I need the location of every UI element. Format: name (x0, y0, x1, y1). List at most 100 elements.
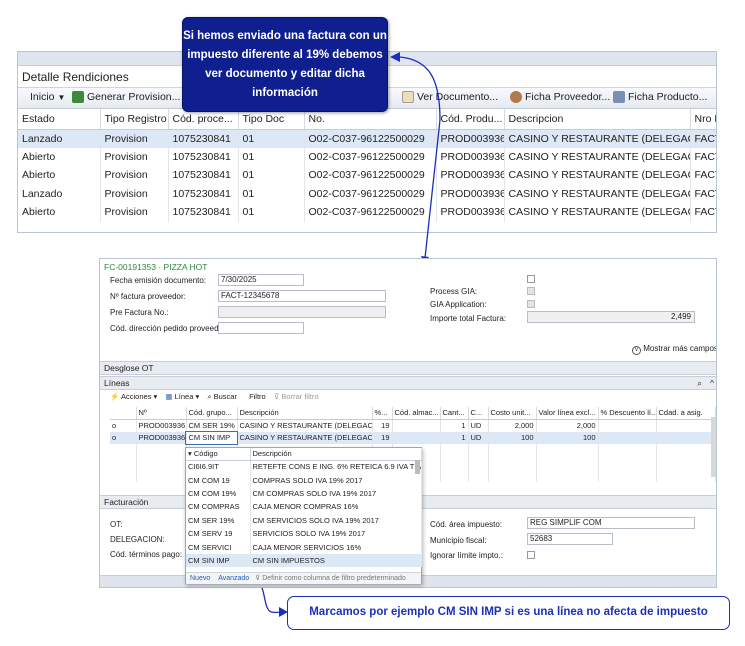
dd-col-codigo[interactable]: ▾ Código (186, 448, 251, 461)
definir-filtro-button[interactable]: ⊽ Definir como columna de filtro predete… (255, 575, 406, 582)
clear-filter-icon: ⊽ (273, 392, 280, 401)
col-header[interactable]: Valor línea excl... (536, 407, 599, 420)
dropdown-scrollbar[interactable] (415, 460, 420, 474)
col-header[interactable]: %... (372, 407, 393, 420)
table-cell: 100 (536, 431, 599, 444)
table-cell (392, 419, 441, 432)
table-cell (440, 469, 469, 482)
table-row[interactable]: o PROD003936 CM SER 19% CASINO Y RESTAURANT… (110, 419, 716, 432)
desglose-section[interactable]: Desglose OT (100, 361, 716, 375)
table-cell[interactable]: CM SIN IMP (185, 430, 238, 445)
dd-col-descripcion[interactable]: Descripción (250, 448, 422, 461)
col-header[interactable]: % Descuento lí... (598, 407, 657, 420)
fecha-field[interactable]: 7/30/2025 (218, 274, 304, 286)
buscar-label: Buscar (213, 392, 237, 401)
table-cell (656, 456, 716, 469)
collapse-icon[interactable]: ^ (710, 377, 714, 389)
table-cell (656, 431, 716, 444)
nfactura-label: Nº factura proveedor: (110, 292, 186, 301)
option-cell: CI6I6.9IT (186, 460, 251, 474)
dropdown-option[interactable]: CI6I6.9IT RETEFTE CONS E ING. 6% RETEICA … (186, 460, 422, 474)
col-header-blank (110, 407, 137, 420)
table-cell (536, 469, 599, 482)
table-cell (110, 444, 137, 457)
table-cell (488, 444, 537, 457)
table-cell (598, 444, 657, 457)
top-checkbox[interactable] (527, 275, 535, 283)
col-header[interactable]: Cant... (440, 407, 469, 420)
importe-label: Importe total Factura: (430, 314, 507, 323)
col-header[interactable]: Descripción (237, 407, 373, 420)
gia-app-checkbox[interactable] (527, 300, 535, 308)
arrow-top (399, 56, 441, 259)
table-cell[interactable]: CM SER 19% (186, 419, 238, 432)
dropdown-footer: Nuevo Avanzado ⊽ Definir como columna de… (186, 572, 421, 584)
table-cell: PROD003936 (136, 431, 187, 444)
codarea-label: Cód. área impuesto: (430, 520, 503, 529)
ignorar-checkbox[interactable] (527, 551, 535, 559)
municipio-select[interactable]: 52683 (527, 533, 613, 545)
table-cell (468, 469, 489, 482)
arrow-top-head (390, 52, 400, 62)
table-cell: 2,000 (536, 419, 599, 432)
search-icon[interactable]: ⌕ (697, 377, 702, 389)
table-cell (598, 456, 657, 469)
desglose-label: Desglose OT (104, 363, 154, 373)
nuevo-link[interactable]: Nuevo (190, 575, 210, 582)
lightning-icon: ⚡ (110, 392, 120, 401)
table-cell (440, 444, 469, 457)
nfactura-field[interactable]: FACT-12345678 (218, 290, 386, 302)
table-cell: CASINO Y RESTAURANTE (DELEGACION) (237, 431, 373, 444)
option-cell: CM SERV 19 (186, 526, 251, 541)
option-cell: CM COM 19 (186, 473, 251, 487)
filtro-button[interactable]: Filtro (249, 392, 266, 401)
table-cell: o (110, 419, 137, 432)
table-cell (110, 456, 137, 469)
table-row[interactable]: o PROD003936 CM SIN IMP CASINO Y RESTAURANT… (110, 430, 716, 445)
dropdown-option[interactable]: CM COM 19% CM COMPRAS SOLO IVA 19% 2017 (186, 486, 422, 501)
dd-col-codigo-label: Código (193, 449, 218, 459)
coddir-select[interactable] (218, 322, 304, 334)
option-cell: CM SIN IMP (186, 553, 251, 568)
acciones-menu[interactable]: ⚡ Acciones ▾ (110, 392, 157, 401)
process-gia-checkbox[interactable] (527, 287, 535, 295)
facturacion-label: Facturación (104, 497, 149, 507)
avanzado-link[interactable]: Avanzado (218, 575, 249, 582)
lineas-section[interactable]: Líneas ⌕ ^ (100, 376, 716, 390)
dropdown-option[interactable]: CM COM 19 COMPRAS SOLO IVA 19% 2017 (186, 473, 422, 487)
table-cell: 100 (488, 431, 537, 444)
codarea-select[interactable]: REG SIMPLIF COM (527, 517, 695, 529)
col-header[interactable]: Cdad. a asig. (656, 407, 716, 420)
lineas-header: Nº Cód. grupo... Descripción%... Cód. almac… (110, 407, 716, 420)
filter-icon: ▾ (188, 449, 192, 459)
lineas-toolbar: ⚡ Acciones ▾ ▦ Línea ▾ ⌕ Buscar Filtro ⊽… (110, 392, 319, 402)
gia-app-label: GIA Application: (430, 300, 487, 309)
mostrar-mas-button[interactable]: v Mostrar más campos (632, 344, 716, 355)
col-header[interactable]: Cód. almac... (392, 407, 441, 420)
col-header[interactable]: Nº (136, 407, 187, 420)
linea-menu[interactable]: ▦ Línea ▾ (165, 392, 199, 401)
buscar-button[interactable]: ⌕ Buscar (207, 392, 237, 401)
col-header[interactable]: C... (468, 407, 489, 420)
dropdown-option[interactable]: CM SER 19% CM SERVICIOS SOLO IVA 19% 2017 (186, 513, 422, 527)
dropdown-option[interactable]: CM SIN IMP CM SIN IMPUESTOS (186, 553, 422, 568)
dropdown-option[interactable]: CM SERV 19 SERVICIOS SOLO IVA 19% 2017 (186, 526, 422, 541)
dropdown-option[interactable]: CM SERVICI CAJA MENOR SERVICIOS 16% (186, 540, 422, 554)
dropdown-option[interactable]: CM COMPRAS CAJA MENOR COMPRAS 16% (186, 500, 422, 514)
dropdown-header: ▾ Código Descripción (186, 448, 422, 461)
ignorar-label: Ignorar límite impto.: (430, 551, 503, 560)
borrar-filtro-button[interactable]: ⊽ Borrar filtro (274, 392, 319, 401)
lineas-scrollbar[interactable] (711, 417, 716, 477)
table-cell (598, 431, 657, 444)
borrar-label: Borrar filtro (281, 392, 319, 401)
prefactura-field[interactable] (218, 306, 386, 318)
col-header[interactable]: Costo unit... (488, 407, 537, 420)
col-header[interactable]: Cód. grupo... (186, 407, 238, 420)
linea-label: Línea (174, 392, 194, 401)
acciones-label: Acciones (121, 392, 152, 401)
dropdown-table: ▾ Código Descripción CI6I6.9IT RETEFTE CO… (186, 448, 422, 568)
table-cell (536, 444, 599, 457)
table-cell (468, 456, 489, 469)
option-cell: CM SERVICI (186, 540, 251, 554)
option-cell: CM COM 19% (186, 486, 251, 501)
